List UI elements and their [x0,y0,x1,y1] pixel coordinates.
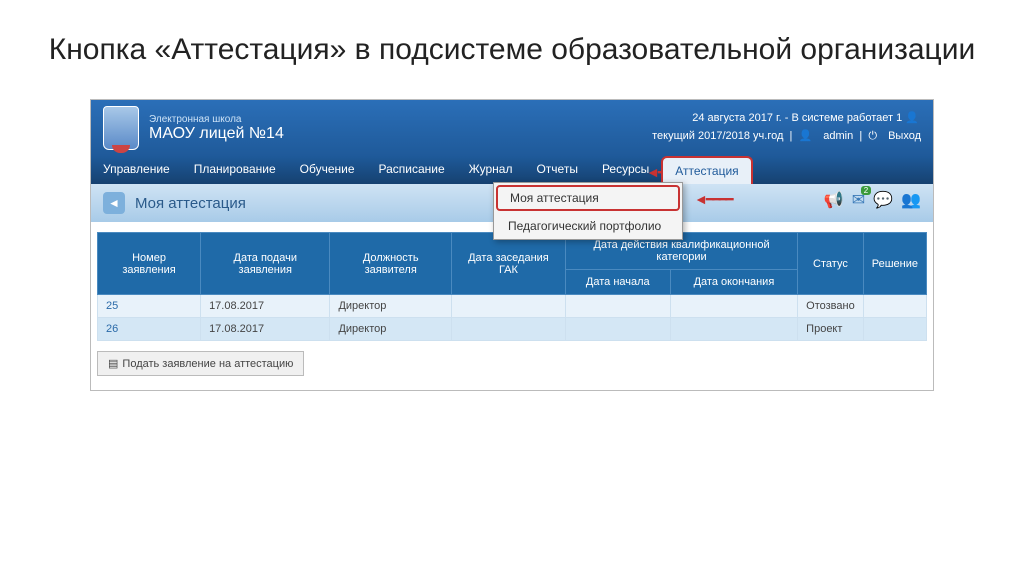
megaphone-icon[interactable]: 📢 [824,190,844,210]
nav-planning[interactable]: Планирование [182,156,288,184]
cell-num[interactable]: 25 [98,295,201,318]
app-header: Электронная школа МАОУ лицей №14 24 авгу… [91,100,933,156]
th-end: Дата окончания [670,270,797,295]
cell-gak [451,318,565,341]
page-title: Моя аттестация [135,195,246,212]
crest-logo [103,106,139,150]
cell-date: 17.08.2017 [201,318,330,341]
person-icon: 👤 [798,128,812,146]
cell-decision [863,295,926,318]
cell-decision [863,318,926,341]
nav-reports[interactable]: Отчеты [524,156,589,184]
table-row: 26 17.08.2017 Директор Проект [98,318,927,341]
admin-link[interactable]: admin [823,130,853,142]
attestation-dropdown: Моя аттестация ◄━━━━ Педагогический порт… [493,182,683,240]
cell-gak [451,295,565,318]
cell-position: Директор [330,295,452,318]
th-start: Дата начала [565,270,670,295]
nav-journal[interactable]: Журнал [457,156,525,184]
th-number: Номер заявления [98,233,201,295]
logout-link[interactable]: Выход [888,130,921,142]
system-date: 24 августа 2017 г. - В системе работает … [692,112,902,124]
chevron-left-icon: ◄ [108,196,120,210]
cell-date: 17.08.2017 [201,295,330,318]
table-row: 25 17.08.2017 Директор Отозвано [98,295,927,318]
back-button[interactable]: ◄ [103,192,125,214]
arrow-annotation-item: ◄━━━━ [694,191,732,208]
nav-education[interactable]: Обучение [288,156,367,184]
header-subtitle: Электронная школа [149,114,652,125]
nav-schedule[interactable]: Расписание [367,156,457,184]
app-frame: Электронная школа МАОУ лицей №14 24 авгу… [90,99,934,391]
cell-num[interactable]: 26 [98,318,201,341]
header-right: 24 августа 2017 г. - В системе работает … [652,110,921,145]
header-left: Электронная школа МАОУ лицей №14 [149,114,652,143]
th-status: Статус [798,233,864,295]
dropdown-item-label: Моя аттестация [510,191,599,205]
school-year: текущий 2017/2018 уч.год [652,130,783,142]
header-title: МАОУ лицей №14 [149,125,652,143]
user-icon: 👤 [905,110,919,128]
cell-status: Отозвано [798,295,864,318]
nav-management[interactable]: Управление [91,156,182,184]
navbar: Управление Планирование Обучение Расписа… [91,156,933,184]
th-date: Дата подачи заявления [201,233,330,295]
cell-end [670,318,797,341]
cell-start [565,318,670,341]
mail-badge: 2 [861,186,871,195]
slide-title: Кнопка «Аттестация» в подсистеме образов… [0,0,1024,89]
content-area: Номер заявления Дата подачи заявления До… [91,222,933,390]
cell-end [670,295,797,318]
th-decision: Решение [863,233,926,295]
nav-attestation[interactable]: Аттестация [661,156,752,184]
cell-status: Проект [798,318,864,341]
cell-start [565,295,670,318]
mail-icon[interactable]: ✉2 [852,190,865,210]
submit-application-button[interactable]: ▤ Подать заявление на аттестацию [97,351,304,376]
chat-icon[interactable]: 💬 [873,190,893,210]
subheader-icons: 📢 ✉2 💬 👥 [824,190,921,210]
dropdown-portfolio[interactable]: Педагогический портфолио [494,213,682,239]
cell-position: Директор [330,318,452,341]
attestation-table: Номер заявления Дата подачи заявления До… [97,232,927,341]
document-icon: ▤ [108,357,118,370]
power-icon: ⏻ [868,128,877,146]
dropdown-my-attestation[interactable]: Моя аттестация ◄━━━━ [496,185,680,211]
submit-label: Подать заявление на аттестацию [122,358,293,370]
th-position: Должность заявителя [330,233,452,295]
people-icon[interactable]: 👥 [901,190,921,210]
th-gak: Дата заседания ГАК [451,233,565,295]
